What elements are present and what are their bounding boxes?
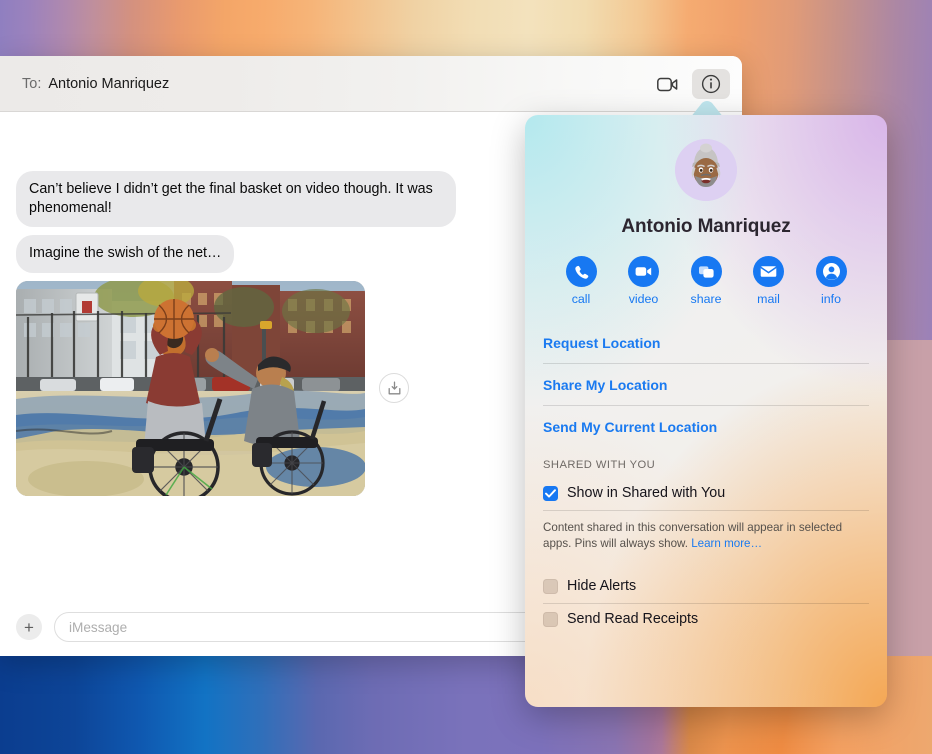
photo-attachment[interactable] [16,280,365,496]
action-video-label: video [628,292,659,306]
shared-with-you-footnote: Content shared in this conversation will… [541,511,871,563]
action-info-label: info [821,292,841,306]
window-toolbar: To: Antonio Manriquez [0,56,742,112]
add-attachment-button[interactable]: + [16,614,42,640]
checkbox-unchecked-icon[interactable] [543,611,558,627]
action-mail-label: mail [757,292,780,306]
action-mail[interactable]: mail [743,256,795,306]
notification-settings: Hide Alerts Send Read Receipts [541,571,871,636]
avatar[interactable] [675,139,737,201]
checkbox-unchecked-icon[interactable] [543,578,558,594]
details-info-button[interactable] [692,69,730,99]
hide-alerts-row[interactable]: Hide Alerts [541,571,871,603]
person-circle-icon [815,256,847,287]
show-in-shared-with-you-label: Show in Shared with You [567,485,726,501]
save-attachment-button[interactable] [379,373,409,404]
checkbox-checked-icon[interactable] [543,485,558,501]
action-video[interactable]: video [618,256,670,306]
info-icon [701,74,721,94]
share-my-location-link[interactable]: Share My Location [541,364,871,405]
to-field[interactable]: To: Antonio Manriquez [0,76,169,92]
contact-info-popover: Antonio Manriquez call video share mail … [525,115,887,707]
message-bubble-incoming[interactable]: Can’t believe I didn’t get the final bas… [16,171,456,228]
send-current-location-link[interactable]: Send My Current Location [541,406,871,447]
action-info[interactable]: info [805,256,857,306]
show-in-shared-with-you-row[interactable]: Show in Shared with You [541,478,871,510]
video-camera-icon [628,256,659,287]
action-call-label: call [571,292,591,306]
envelope-icon [753,256,784,287]
request-location-link[interactable]: Request Location [541,322,871,363]
screen-share-icon [690,256,722,287]
phone-icon [565,256,597,287]
quick-actions-row: call video share mail info [541,238,871,306]
to-label: To: [22,75,42,92]
action-call[interactable]: call [555,256,607,306]
action-share[interactable]: share [680,256,732,306]
video-call-button[interactable] [648,69,686,99]
shared-with-you-heading: SHARED WITH YOU [543,459,656,471]
location-links: Request Location Share My Location Send … [541,322,871,447]
hide-alerts-label: Hide Alerts [567,578,637,595]
memoji-avatar-icon [675,139,737,201]
message-bubble-incoming[interactable]: Imagine the swish of the net… [16,235,235,273]
learn-more-link[interactable]: Learn more… [691,537,762,550]
download-icon [388,381,400,395]
contact-name: Antonio Manriquez [621,216,791,237]
send-read-receipts-label: Send Read Receipts [567,611,699,628]
recipient-name: Antonio Manriquez [48,75,170,92]
avatar-wrap [541,115,871,201]
send-read-receipts-row[interactable]: Send Read Receipts [541,604,871,636]
action-share-label: share [690,292,722,306]
